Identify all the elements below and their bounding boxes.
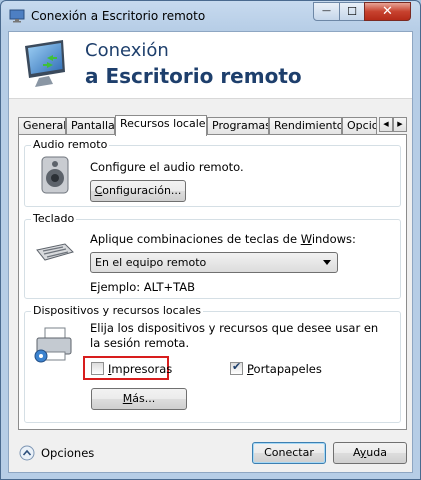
keyboard-icon bbox=[36, 243, 74, 261]
keyboard-group: Teclado Aplique combinaciones de teclas … bbox=[24, 212, 401, 299]
remote-desktop-app-icon bbox=[9, 9, 25, 23]
printers-label[interactable]: Impresoras bbox=[108, 362, 172, 376]
keyboard-selected-option: En el equipo remoto bbox=[95, 256, 207, 269]
audio-group-label: Audio remoto bbox=[31, 138, 110, 151]
tab-opciones-avanzadas[interactable]: Opcio bbox=[342, 117, 377, 135]
tab-panel-recursos-locales: Audio remoto Configure el audio remoto. … bbox=[18, 134, 407, 430]
maximize-icon: ☐ bbox=[347, 5, 357, 18]
audio-settings-button[interactable]: Configuración... bbox=[90, 180, 186, 202]
banner-divider bbox=[9, 98, 412, 99]
chevron-down-icon bbox=[323, 260, 331, 265]
more-devices-label: ás... bbox=[132, 392, 156, 405]
dialog-client-area: Conexión a Escritorio remoto General Pan… bbox=[8, 31, 413, 473]
tab-programas[interactable]: Programas bbox=[207, 117, 269, 135]
devices-group: Dispositivos y recursos locales Elija lo… bbox=[24, 304, 401, 423]
more-devices-mnemonic: M bbox=[122, 392, 133, 405]
tab-scroll-left-button[interactable]: ◀ bbox=[379, 117, 393, 132]
tab-pantalla[interactable]: Pantalla bbox=[66, 117, 115, 135]
clipboard-label[interactable]: Portapapeles bbox=[247, 362, 322, 376]
help-label-suffix: uda bbox=[366, 446, 387, 459]
tab-recursos-locales[interactable]: Recursos locales bbox=[115, 115, 207, 136]
tab-strip: General Pantalla Recursos locales Progra… bbox=[18, 115, 408, 136]
minimize-button[interactable]: — bbox=[313, 2, 340, 21]
devices-printer-icon bbox=[34, 327, 72, 363]
remote-desktop-logo-icon bbox=[25, 40, 65, 87]
keyboard-description-suffix: indows: bbox=[311, 232, 356, 246]
help-button[interactable]: Ayuda bbox=[333, 442, 407, 464]
banner-title-line1: Conexión bbox=[85, 40, 169, 61]
window-title: Conexión a Escritorio remoto bbox=[31, 9, 206, 23]
banner-title-line2: a Escritorio remoto bbox=[85, 64, 302, 88]
devices-description: Elija los dispositivos y recursos que de… bbox=[90, 321, 379, 350]
options-label: Opciones bbox=[41, 446, 95, 460]
close-button[interactable]: ✕ bbox=[364, 2, 411, 21]
remote-desktop-window: Conexión a Escritorio remoto — ☐ ✕ Conex… bbox=[0, 0, 421, 480]
audio-description: Configure el audio remoto. bbox=[90, 160, 244, 174]
chevron-up-circle-icon bbox=[19, 445, 35, 461]
help-label-prefix: A bbox=[353, 446, 360, 459]
tab-rendimiento[interactable]: Rendimiento bbox=[269, 117, 342, 135]
clipboard-checkbox[interactable] bbox=[230, 360, 243, 375]
devices-group-label: Dispositivos y recursos locales bbox=[31, 304, 204, 317]
keyboard-group-label: Teclado bbox=[31, 212, 77, 225]
speaker-icon bbox=[41, 156, 69, 194]
minimize-icon: — bbox=[322, 6, 331, 16]
keyboard-combination-select[interactable]: En el equipo remoto bbox=[90, 252, 338, 273]
keyboard-description-prefix: Aplique combinaciones de teclas de bbox=[90, 232, 301, 246]
arrow-left-icon: ◀ bbox=[383, 120, 389, 128]
arrow-right-icon: ▶ bbox=[397, 120, 403, 128]
maximize-button[interactable]: ☐ bbox=[339, 2, 365, 21]
audio-group: Audio remoto Configure el audio remoto. … bbox=[24, 138, 401, 207]
header-banner: Conexión a Escritorio remoto bbox=[9, 32, 412, 98]
tab-general[interactable]: General bbox=[18, 117, 66, 135]
title-bar[interactable]: Conexión a Escritorio remoto — ☐ ✕ bbox=[1, 1, 420, 31]
keyboard-description: Aplique combinaciones de teclas de Windo… bbox=[90, 232, 356, 246]
keyboard-description-mnemonic: W bbox=[300, 232, 312, 246]
printers-checkbox[interactable] bbox=[91, 362, 104, 375]
audio-settings-label: onfiguración... bbox=[102, 184, 182, 197]
tab-scroll-right-button[interactable]: ▶ bbox=[393, 117, 407, 132]
more-devices-button[interactable]: Más... bbox=[91, 388, 187, 410]
connect-button[interactable]: Conectar bbox=[252, 442, 326, 464]
close-icon: ✕ bbox=[382, 4, 393, 19]
keyboard-example: Ejemplo: ALT+TAB bbox=[90, 280, 196, 294]
printers-label-text: mpresoras bbox=[111, 362, 173, 376]
clipboard-label-text: ortapapeles bbox=[253, 362, 322, 376]
